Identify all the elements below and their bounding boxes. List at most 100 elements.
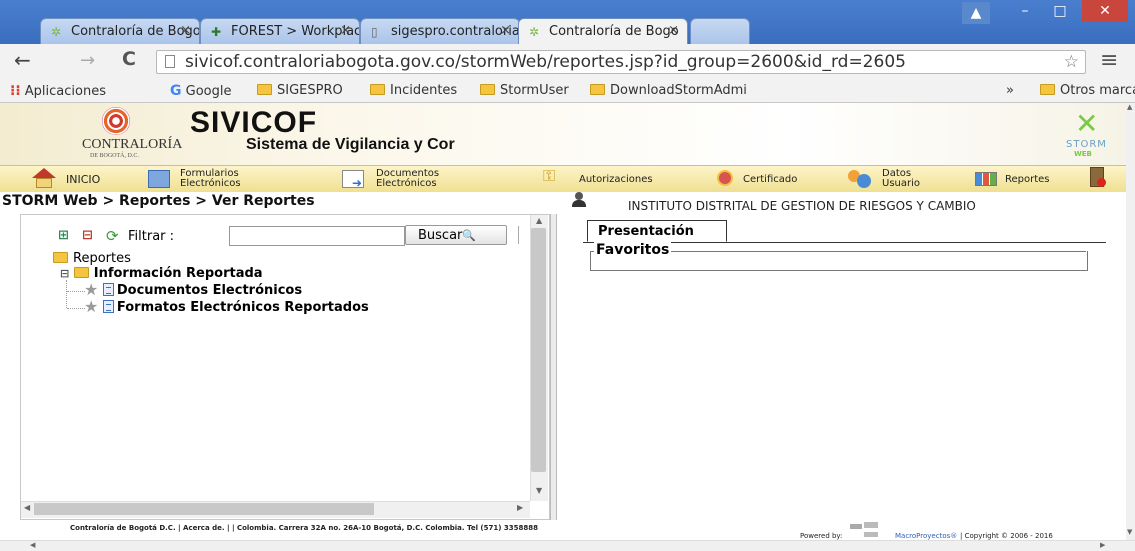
menu-documentos[interactable]: ➜ Documentos Electrónicos <box>342 168 472 190</box>
menu-autorizaciones[interactable]: ⚿ Autorizaciones <box>543 168 683 190</box>
panel-splitter[interactable] <box>550 214 557 524</box>
footer-text: Contraloría de Bogotá D.C. | Acerca de. … <box>70 524 538 532</box>
page-favicon-icon: ▯ <box>371 25 378 39</box>
menu-inicio[interactable]: INICIO <box>32 168 112 190</box>
reload-icon[interactable]: C <box>122 48 136 70</box>
system-subtitle: Sistema de Vigilancia y Cor <box>246 136 455 153</box>
bookmark-other[interactable]: Otros marcadores <box>1040 82 1135 100</box>
bookmark-apps[interactable]: ⁝⁝ Aplicaciones <box>10 82 106 100</box>
page-icon <box>165 55 175 68</box>
page-horizontal-scrollbar[interactable]: ◀ ▶ <box>0 540 1135 551</box>
folder-icon <box>480 84 495 95</box>
search-button[interactable]: Buscar🔍 <box>405 225 507 245</box>
page-scroll-left-icon[interactable]: ◀ <box>30 541 35 549</box>
storm-logo-icon: ✕ <box>1075 107 1099 140</box>
back-icon[interactable]: ← <box>14 48 31 72</box>
forest-favicon-icon: ✚ <box>211 25 222 39</box>
site-header: CONTRALORÍA DE BOGOTÁ, D.C. SIVICOF Sist… <box>0 103 1126 165</box>
storm-logo-sub: WEB <box>1074 150 1092 158</box>
tree-group[interactable]: ⊟ Información Reportada <box>60 266 263 281</box>
browser-tab-1[interactable]: ✲ Contraloría de Bogo × <box>40 18 200 44</box>
macroproyectos-logo-icon <box>850 522 890 538</box>
menu-icon[interactable]: ≡ <box>1100 48 1118 73</box>
close-window-button[interactable]: ✕ <box>1082 0 1128 22</box>
maximize-button[interactable]: □ <box>1045 0 1075 22</box>
bookmark-star-icon[interactable]: ☆ <box>1064 51 1079 73</box>
scroll-up-icon[interactable]: ▲ <box>536 216 542 225</box>
breadcrumb: STORM Web > Reportes > Ver Reportes <box>2 193 315 209</box>
collapse-all-icon[interactable]: ⊟ <box>82 228 93 243</box>
browser-tab-active[interactable]: ✲ Contraloría de Bogo × <box>518 18 688 44</box>
org-name: CONTRALORÍA <box>82 137 183 152</box>
close-tab-icon[interactable]: × <box>500 23 511 38</box>
copyright: | Copyright © 2006 - 2016 <box>960 532 1053 540</box>
logout-icon[interactable] <box>1090 167 1106 187</box>
form-icon <box>148 170 170 188</box>
filter-label: Filtrar : <box>128 229 175 244</box>
page-scroll-down-icon[interactable]: ▼ <box>1127 528 1132 536</box>
folder-icon <box>257 84 272 95</box>
page-scroll-up-icon[interactable]: ▲ <box>1127 103 1132 111</box>
system-title: SIVICOF <box>190 106 318 139</box>
users-icon-second <box>857 174 871 188</box>
document-icon <box>102 283 114 296</box>
contraloria-favicon-icon: ✲ <box>529 25 540 39</box>
scroll-left-icon[interactable]: ◀ <box>24 503 30 512</box>
apps-icon: ⁝⁝ <box>10 83 21 99</box>
page-vertical-scrollbar[interactable]: ▲ ▼ <box>1126 103 1135 540</box>
bookmark-stormuser[interactable]: StormUser <box>480 82 569 100</box>
tree-vertical-scroll-thumb[interactable] <box>531 228 546 472</box>
entity-name: INSTITUTO DISTRITAL DE GESTION DE RIESGO… <box>628 199 976 213</box>
home-base-icon <box>36 178 52 188</box>
scroll-down-icon[interactable]: ▼ <box>536 486 542 495</box>
close-tab-icon[interactable]: × <box>180 23 191 38</box>
bookmark-sigespro[interactable]: SIGESPRO <box>257 82 343 100</box>
collapse-node-icon[interactable]: ⊟ <box>60 267 69 280</box>
bookmark-incidentes[interactable]: Incidentes <box>370 82 457 100</box>
address-bar[interactable]: sivicof.contraloriabogota.gov.co/stormWe… <box>156 50 1086 74</box>
tree-connector <box>67 291 85 292</box>
filter-input[interactable] <box>229 226 405 246</box>
browser-tab-2[interactable]: ✚ FOREST > Workplac × <box>200 18 360 44</box>
browser-tab-3[interactable]: ▯ sigespro.contraloria × <box>360 18 520 44</box>
menu-reportes[interactable]: Reportes <box>975 168 1075 190</box>
tree-root[interactable]: Reportes <box>53 251 131 266</box>
expand-all-icon[interactable]: ⊞ <box>58 228 69 243</box>
close-tab-icon[interactable]: × <box>668 23 679 38</box>
star-icon[interactable]: ★ <box>84 282 98 298</box>
tab-presentacion[interactable]: Presentación <box>587 220 727 242</box>
folder-icon <box>590 84 605 95</box>
tree-item-formatos[interactable]: ★ Formatos Electrónicos Reportados <box>84 299 369 316</box>
tree-item-documentos[interactable]: ★ Documentos Electrónicos <box>84 282 302 299</box>
minimize-button[interactable]: – <box>1010 0 1040 22</box>
menu-datos-usuario[interactable]: Datos Usuario <box>848 168 948 190</box>
tree-horizontal-scroll-thumb[interactable] <box>34 503 374 515</box>
refresh-icon[interactable]: ⟳ <box>106 227 119 245</box>
new-tab-button[interactable] <box>690 18 750 44</box>
bookmark-google[interactable]: G Google <box>170 82 231 100</box>
contraloria-favicon-icon: ✲ <box>51 25 62 39</box>
page-scroll-right-icon[interactable]: ▶ <box>1100 541 1105 549</box>
forward-icon[interactable]: → <box>80 50 95 71</box>
certificate-icon <box>717 170 733 186</box>
menu-formularios[interactable]: Formularios Electrónicos <box>148 168 268 190</box>
toolbar-divider <box>518 226 524 244</box>
menu-certificado[interactable]: Certificado <box>715 168 815 190</box>
folder-open-icon <box>73 267 89 278</box>
macroproyectos-link[interactable]: MacroProyectos® <box>895 532 957 540</box>
google-icon: G <box>170 83 182 99</box>
bookmark-downloadstormadmin[interactable]: DownloadStormAdmi <box>590 82 860 100</box>
user-icon[interactable]: ▲ <box>962 2 990 24</box>
scroll-right-icon[interactable]: ▶ <box>517 503 523 512</box>
search-icon: 🔍 <box>462 229 477 242</box>
tree-connector <box>67 308 85 309</box>
bookmarks-overflow[interactable]: » <box>1006 82 1014 100</box>
powered-by: Powered by: <box>800 532 843 540</box>
folder-icon <box>53 252 68 263</box>
close-tab-icon[interactable]: × <box>340 23 351 38</box>
star-icon[interactable]: ★ <box>84 299 98 315</box>
tree-connector <box>66 280 68 308</box>
contraloria-logo-icon <box>102 107 130 135</box>
document-icon <box>102 300 114 313</box>
chart-icon <box>975 172 997 186</box>
